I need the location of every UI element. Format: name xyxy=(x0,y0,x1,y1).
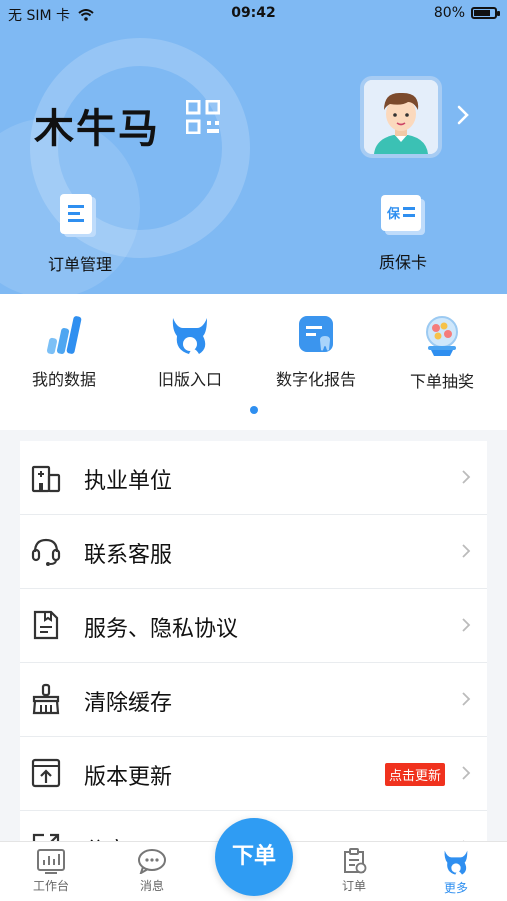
dashboard-icon xyxy=(37,849,65,874)
quick-action-warranty-card[interactable]: 保 质保卡 xyxy=(343,193,463,273)
building-icon xyxy=(31,465,61,493)
menu-item-label: 数字化报告 xyxy=(275,370,356,389)
battery-icon xyxy=(471,7,500,19)
list-item-clear-cache[interactable]: 清除缓存 xyxy=(20,663,487,737)
chevron-right-icon xyxy=(462,470,471,484)
list-item-label: 服务、隐私协议 xyxy=(84,617,239,642)
share-icon xyxy=(32,833,60,841)
message-icon xyxy=(138,849,166,874)
order-doc-icon xyxy=(60,194,96,237)
tab-messages[interactable]: 消息 xyxy=(112,848,192,894)
list-item-label: 分享APP xyxy=(84,833,170,841)
settings-list: 执业单位 联系客服 服务、隐私协议 清除缓存 版本更新 点击更新 xyxy=(20,441,487,841)
tab-label: 工作台 xyxy=(32,879,69,893)
quick-action-label: 订单管理 xyxy=(47,255,112,274)
chevron-right-icon xyxy=(462,544,471,558)
place-order-button[interactable]: 下单 xyxy=(215,818,293,896)
tab-orders[interactable]: 订单 xyxy=(314,848,394,894)
user-name: 木牛马 xyxy=(34,106,160,152)
menu-item-order-lottery[interactable]: 下单抽奖 xyxy=(379,314,505,392)
warranty-card-icon-text: 保 xyxy=(386,206,401,222)
agreement-icon xyxy=(33,610,59,640)
chevron-right-icon xyxy=(462,692,471,706)
status-bar: 无 SIM 卡 09:42 80% xyxy=(0,0,507,28)
list-item-service-privacy-agreement[interactable]: 服务、隐私协议 xyxy=(20,589,487,663)
clock: 09:42 xyxy=(231,5,276,21)
avatar[interactable] xyxy=(360,76,442,158)
menu-item-digital-report[interactable]: 数字化报告 xyxy=(253,314,379,390)
qr-code-icon[interactable] xyxy=(186,100,220,134)
bull-logo-icon xyxy=(172,318,207,354)
list-item-practice-unit[interactable]: 执业单位 xyxy=(20,441,487,515)
battery-level xyxy=(474,10,490,16)
menu-item-label: 下单抽奖 xyxy=(409,372,474,391)
list-item-version-update[interactable]: 版本更新 点击更新 xyxy=(20,737,487,811)
menu-item-legacy-entry[interactable]: 旧版入口 xyxy=(127,314,253,390)
prize-globe-icon xyxy=(426,316,458,356)
list-item-label: 执业单位 xyxy=(84,469,173,494)
headset-icon xyxy=(31,538,61,566)
list-item-label: 联系客服 xyxy=(84,543,173,568)
menu-item-label: 旧版入口 xyxy=(157,370,222,389)
list-item-label: 版本更新 xyxy=(84,765,173,790)
update-badge[interactable]: 点击更新 xyxy=(384,763,445,786)
tab-label: 消息 xyxy=(139,879,164,893)
bar-chart-icon xyxy=(46,316,82,355)
tooth-report-icon xyxy=(299,316,333,352)
tab-label: 更多 xyxy=(443,881,468,895)
page-indicator-dot xyxy=(250,406,258,414)
feature-menu: 我的数据 旧版入口 数字化报告 下单抽奖 xyxy=(0,294,507,430)
bull-logo-icon xyxy=(444,850,468,875)
list-item-customer-service[interactable]: 联系客服 xyxy=(20,515,487,589)
tab-more[interactable]: 更多 xyxy=(416,848,496,896)
profile-header: 木牛马 订单管理 保 质保卡 xyxy=(0,28,507,294)
menu-item-label: 我的数据 xyxy=(31,370,96,389)
list-item-label: 清除缓存 xyxy=(84,691,173,716)
tab-workbench[interactable]: 工作台 xyxy=(11,848,91,894)
menu-item-my-data[interactable]: 我的数据 xyxy=(1,314,127,390)
warranty-card-icon: 保 xyxy=(381,195,425,235)
quick-action-order-management[interactable]: 订单管理 xyxy=(20,193,140,275)
order-icon xyxy=(344,848,367,874)
chevron-right-icon xyxy=(462,618,471,632)
chevron-right-icon[interactable] xyxy=(456,104,470,126)
chevron-right-icon xyxy=(462,766,471,780)
avatar-person-icon xyxy=(364,80,438,154)
quick-action-label: 质保卡 xyxy=(378,253,427,272)
broom-icon xyxy=(32,683,60,715)
upload-icon xyxy=(31,758,61,788)
battery-percent: 80% xyxy=(433,5,465,21)
tab-label: 订单 xyxy=(341,879,366,893)
